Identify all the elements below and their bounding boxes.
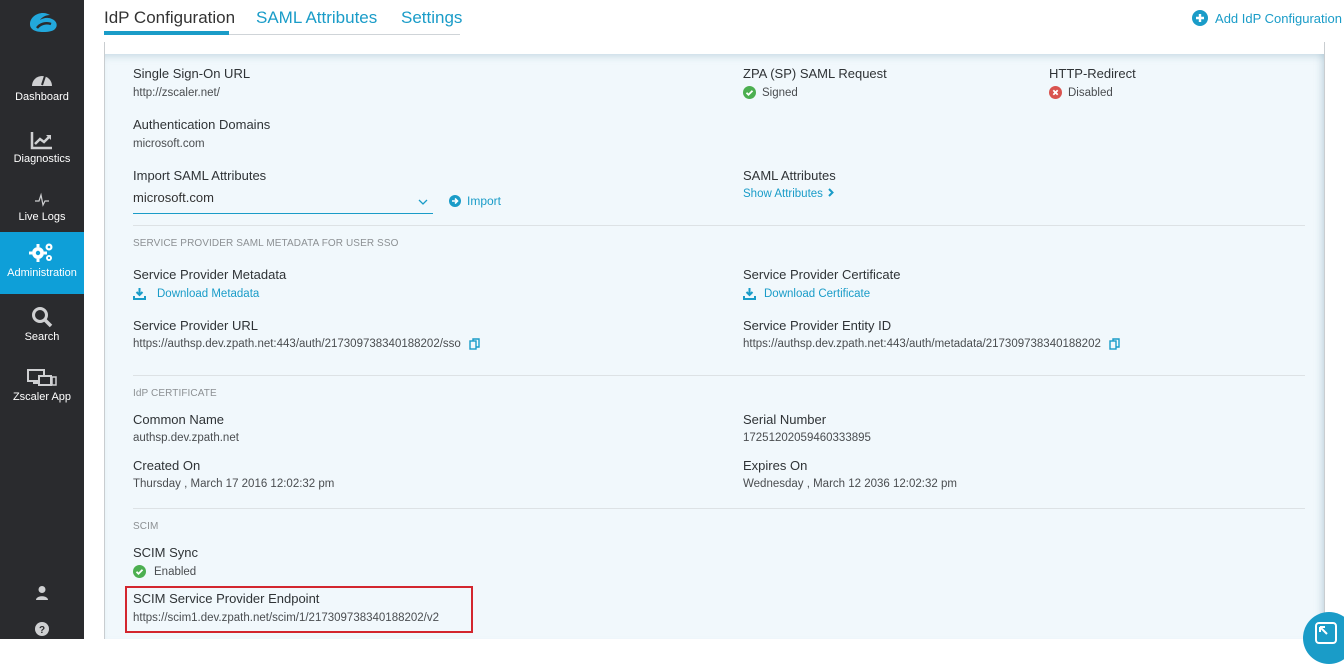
sp-metadata-section-title: SERVICE PROVIDER SAML METADATA FOR USER … [133, 238, 399, 249]
scim-endpoint-label: SCIM Service Provider Endpoint [133, 591, 320, 606]
tab-saml-attributes[interactable]: SAML Attributes [256, 8, 377, 28]
pulse-icon [34, 182, 50, 208]
sp-certificate-label: Service Provider Certificate [743, 267, 901, 282]
help-icon: ? [35, 622, 49, 636]
sp-entity-id-text: https://authsp.dev.zpath.net:443/auth/me… [743, 338, 1101, 350]
created-on-value: Thursday , March 17 2016 12:02:32 pm [133, 478, 335, 490]
download-icon [743, 287, 756, 300]
panel-border-right [1324, 42, 1325, 639]
expires-on-label: Expires On [743, 458, 808, 473]
auth-domains-value: microsoft.com [133, 138, 205, 150]
created-on-label: Created On [133, 458, 201, 473]
user-icon [36, 586, 48, 600]
import-button[interactable]: Import [449, 194, 501, 208]
download-certificate-link[interactable]: Download Certificate [743, 287, 870, 300]
chevron-down-icon [418, 194, 428, 209]
scim-sync-value: Enabled [133, 565, 196, 578]
sidebar-item-search[interactable]: Search [0, 302, 84, 346]
tab-bar: IdP Configuration SAML Attributes Settin… [104, 0, 462, 35]
sidebar-item-administration[interactable]: Administration [0, 232, 84, 294]
gears-icon [28, 238, 56, 264]
import-saml-selected-value: microsoft.com [133, 190, 214, 205]
download-metadata-link[interactable]: Download Metadata [133, 287, 259, 300]
chart-trend-icon [30, 124, 54, 150]
chevron-right-icon [828, 188, 834, 200]
import-saml-label: Import SAML Attributes [133, 168, 267, 183]
sidebar-item-label: Search [24, 331, 60, 343]
sp-entity-id-label: Service Provider Entity ID [743, 318, 892, 333]
tab-settings[interactable]: Settings [401, 8, 462, 28]
expand-button[interactable] [1303, 612, 1344, 664]
zscaler-logo[interactable] [0, 0, 84, 44]
sp-url-label: Service Provider URL [133, 318, 258, 333]
expires-on-value: Wednesday , March 12 2036 12:02:32 pm [743, 478, 957, 490]
sso-url-value: http://zscaler.net/ [133, 87, 220, 99]
search-icon [31, 302, 53, 328]
tab-idp-configuration[interactable]: IdP Configuration [104, 8, 235, 28]
sp-saml-request-label: ZPA (SP) SAML Request [743, 66, 887, 81]
auth-domains-label: Authentication Domains [133, 117, 271, 132]
sidebar-item-label: Administration [7, 267, 77, 279]
plus-circle-icon [1192, 10, 1209, 26]
check-circle-icon [743, 86, 756, 99]
import-saml-domain-select[interactable]: microsoft.com [133, 190, 433, 214]
sidebar-item-diagnostics[interactable]: Diagnostics [0, 124, 84, 168]
show-attributes-link[interactable]: Show Attributes [743, 188, 834, 200]
add-idp-configuration-button[interactable]: Add IdP Configuration [1192, 10, 1342, 26]
common-name-value: authsp.dev.zpath.net [133, 432, 239, 444]
download-metadata-label: Download Metadata [157, 287, 260, 300]
download-certificate-label: Download Certificate [764, 287, 871, 300]
sidebar: Dashboard Diagnostics Live Logs Administ… [0, 0, 84, 639]
scim-sync-label: SCIM Sync [133, 545, 199, 560]
sp-metadata-label: Service Provider Metadata [133, 267, 287, 282]
check-circle-icon [133, 565, 146, 578]
scim-section-title: SCIM [133, 521, 159, 532]
expand-icon [1315, 622, 1337, 644]
sp-entity-id-value: https://authsp.dev.zpath.net:443/auth/me… [743, 338, 1120, 350]
copy-icon[interactable] [1109, 338, 1120, 350]
sidebar-item-zscaler-app[interactable]: Zscaler App [0, 362, 84, 406]
section-divider [133, 508, 1305, 509]
sidebar-item-label: Zscaler App [12, 391, 72, 403]
serial-number-value: 17251202059460333895 [743, 432, 871, 444]
sidebar-item-label: Dashboard [15, 91, 69, 103]
serial-number-label: Serial Number [743, 412, 827, 427]
x-circle-icon [1049, 86, 1062, 99]
download-icon [133, 287, 146, 300]
sidebar-item-live-logs[interactable]: Live Logs [0, 182, 84, 226]
active-tab-indicator [104, 31, 229, 35]
scim-sync-status: Enabled [154, 565, 197, 578]
common-name-label: Common Name [133, 412, 225, 427]
http-redirect-label: HTTP-Redirect [1049, 66, 1136, 81]
import-label: Import [467, 194, 502, 208]
http-redirect-status: Disabled [1068, 86, 1113, 99]
arrow-circle-right-icon [449, 195, 461, 207]
add-idp-configuration-label: Add IdP Configuration [1215, 10, 1342, 26]
gauge-icon [30, 62, 54, 88]
http-redirect-value: Disabled [1049, 86, 1113, 99]
saml-attributes-label: SAML Attributes [743, 168, 836, 183]
svg-text:?: ? [39, 625, 45, 636]
section-divider [133, 375, 1305, 376]
sp-saml-request-value: Signed [743, 86, 798, 99]
sp-url-value: https://authsp.dev.zpath.net:443/auth/21… [133, 338, 480, 350]
help-button[interactable]: ? [0, 622, 84, 636]
show-attributes-label: Show Attributes [743, 188, 823, 200]
scim-endpoint-value: https://scim1.dev.zpath.net/scim/1/21730… [133, 612, 440, 624]
devices-icon [26, 362, 58, 388]
sp-url-text: https://authsp.dev.zpath.net:443/auth/21… [133, 338, 461, 350]
idp-certificate-section-title: IdP CERTIFICATE [133, 388, 217, 399]
user-button[interactable] [0, 585, 84, 601]
copy-icon[interactable] [469, 338, 480, 350]
sidebar-item-label: Diagnostics [13, 153, 71, 165]
sp-saml-request-status: Signed [762, 86, 798, 99]
sidebar-item-dashboard[interactable]: Dashboard [0, 62, 84, 106]
sso-url-label: Single Sign-On URL [133, 66, 251, 81]
sidebar-item-label: Live Logs [18, 211, 66, 223]
section-divider [133, 225, 1305, 226]
